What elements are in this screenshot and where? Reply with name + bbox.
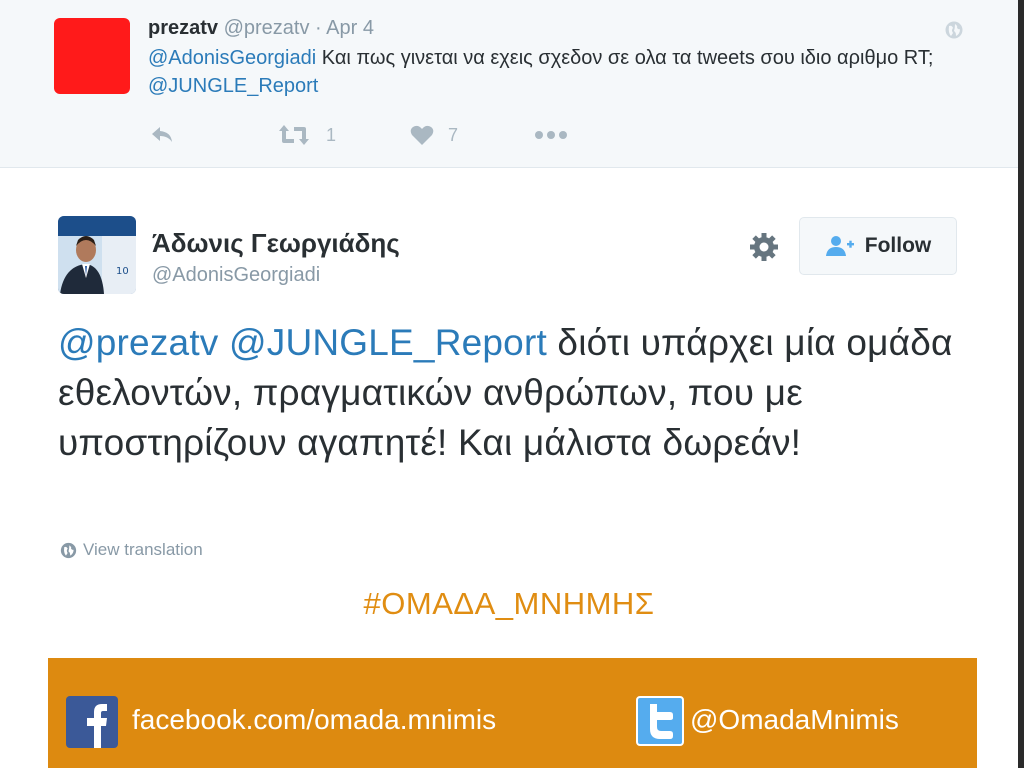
parent-tweet[interactable]: prezatv @prezatv · Apr 4 @AdonisGeorgiad… — [0, 0, 1018, 168]
main-avatar[interactable]: 10 — [58, 216, 136, 294]
reply-button[interactable] — [150, 120, 176, 150]
main-author-name[interactable]: Άδωνις Γεωργιάδης — [152, 228, 400, 259]
view-translation-label: View translation — [83, 540, 203, 559]
follow-button[interactable]: Follow — [799, 217, 957, 275]
tweet-actions: 1 7 — [150, 120, 590, 150]
svg-text:10: 10 — [116, 266, 129, 277]
heart-icon — [410, 125, 434, 145]
parent-tweet-date[interactable]: Apr 4 — [326, 17, 374, 39]
follow-button-label: Follow — [864, 234, 932, 257]
facebook-icon — [66, 696, 118, 748]
parent-avatar[interactable] — [54, 18, 130, 94]
like-count: 7 — [448, 124, 459, 145]
facebook-url: facebook.com/omada.mnimis — [132, 704, 497, 735]
more-button[interactable] — [534, 120, 568, 150]
mention-link[interactable]: @JUNGLE_Report — [148, 75, 318, 97]
parent-tweet-text: @AdonisGeorgiadi Και πως γινεται να εχει… — [148, 44, 948, 100]
add-user-icon — [825, 236, 854, 256]
retweet-button[interactable]: 1 — [278, 120, 336, 150]
avatar-photo: 10 — [58, 216, 136, 294]
retweet-icon — [279, 125, 309, 145]
twitter-icon — [636, 696, 684, 746]
window-edge — [1018, 0, 1024, 768]
hashtag-overlay: #ΟΜΑΔΑ_ΜΝΗΜΗΣ — [363, 586, 655, 621]
screenshot: prezatv @prezatv · Apr 4 @AdonisGeorgiad… — [0, 0, 1024, 768]
main-tweet-text: @prezatv @JUNGLE_Report διότι υπάρχει μί… — [58, 318, 968, 468]
reply-icon — [152, 127, 172, 142]
view-translation-link[interactable]: View translation — [60, 540, 203, 560]
parent-author-handle[interactable]: @prezatv — [224, 17, 310, 39]
parent-tweet-header: prezatv @prezatv · Apr 4 — [148, 16, 374, 40]
mention-link[interactable]: @JUNGLE_Report — [229, 322, 547, 363]
twitter-handle: @OmadaMnimis — [690, 704, 899, 735]
more-dots-icon — [535, 131, 567, 139]
globe-icon — [60, 542, 77, 558]
social-banner: facebook.com/omada.mnimis @OmadaMnimis — [48, 658, 977, 768]
globe-icon — [945, 21, 963, 39]
mention-link[interactable]: @prezatv — [58, 322, 219, 363]
like-button[interactable]: 7 — [410, 120, 458, 150]
main-author-handle[interactable]: @AdonisGeorgiadi — [152, 264, 320, 287]
mention-link[interactable]: @AdonisGeorgiadi — [148, 47, 316, 69]
separator-dot: · — [315, 17, 322, 39]
retweet-count: 1 — [326, 124, 337, 145]
parent-tweet-body: Και πως γινεται να εχεις σχεδον σε ολα τ… — [316, 47, 934, 69]
parent-author-name[interactable]: prezatv — [148, 17, 218, 39]
gear-icon[interactable] — [748, 231, 780, 263]
